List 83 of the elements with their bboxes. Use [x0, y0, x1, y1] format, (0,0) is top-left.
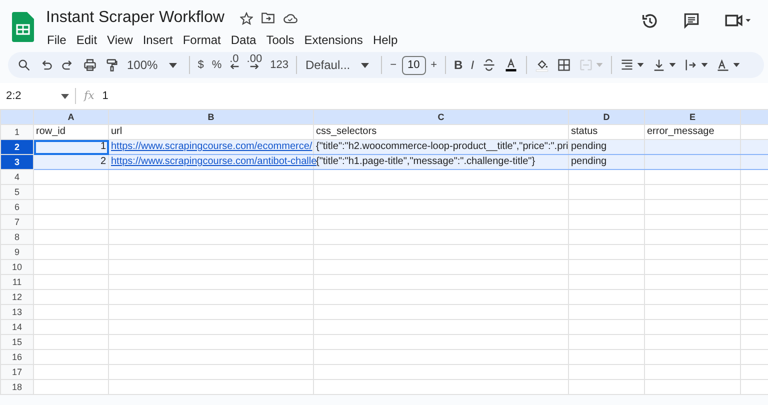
- bold-button[interactable]: B: [451, 54, 466, 76]
- row-header[interactable]: 14: [0, 320, 34, 334]
- star-icon[interactable]: [240, 12, 254, 24]
- menu-item[interactable]: Edit: [71, 32, 102, 48]
- right-arrow-icon: [250, 64, 259, 69]
- name-box[interactable]: 2:2: [0, 88, 75, 104]
- fx-label: fx: [84, 88, 94, 104]
- menu-item[interactable]: File: [42, 32, 72, 48]
- history-icon[interactable]: [641, 12, 659, 30]
- row-header[interactable]: 17: [0, 364, 34, 380]
- table-cell: 2: [34, 154, 108, 170]
- row-header[interactable]: 2: [0, 140, 34, 154]
- left-arrow-icon: [230, 64, 239, 69]
- caret-icon: [596, 63, 604, 67]
- caret-icon: [701, 63, 708, 67]
- row-header[interactable]: 10: [0, 260, 34, 274]
- format-button[interactable]: 123: [267, 54, 292, 76]
- font-size-field[interactable]: 10: [402, 56, 426, 74]
- sheets-logo-icon[interactable]: [12, 12, 34, 42]
- paint-format-icon: [105, 58, 119, 72]
- caret-icon: [669, 63, 676, 67]
- row-header[interactable]: 8: [0, 230, 34, 244]
- comment-icon[interactable]: [683, 12, 700, 29]
- search-icon: [17, 58, 31, 72]
- formula-field[interactable]: 1: [102, 88, 108, 104]
- format-button[interactable]: +: [428, 54, 440, 76]
- row-header[interactable]: 18: [0, 380, 34, 394]
- decrease-decimal-button[interactable]: .0: [226, 54, 242, 76]
- column-header[interactable]: B: [108, 110, 314, 124]
- document-title[interactable]: Instant Scraper Workflow: [46, 8, 224, 28]
- italic-button[interactable]: I: [468, 54, 478, 76]
- align-icon: [620, 58, 634, 72]
- row-header[interactable]: 5: [0, 184, 34, 200]
- column-header[interactable]: C: [314, 110, 568, 124]
- text-color-icon: [504, 58, 518, 72]
- menu-item[interactable]: Format: [178, 32, 226, 48]
- row-header[interactable]: 13: [0, 304, 34, 320]
- table-cell: pending: [568, 140, 644, 154]
- print-icon: [83, 58, 97, 72]
- row-header[interactable]: 12: [0, 290, 34, 304]
- increase-decimal-button[interactable]: .00: [244, 54, 266, 76]
- strikethrough-icon: [482, 58, 496, 72]
- vertical-align-icon: [652, 58, 666, 72]
- text-rotate-icon: [716, 58, 730, 72]
- row-header[interactable]: 6: [0, 200, 34, 214]
- caret-icon: [61, 94, 69, 98]
- menu-item[interactable]: Data: [226, 32, 262, 48]
- table-cell: pending: [568, 154, 644, 170]
- table-cell: {"title":"h2.woocommerce-loop-product__title","price":".pri: [314, 140, 568, 154]
- text-wrap-icon: [684, 58, 698, 72]
- column-header[interactable]: E: [644, 110, 740, 124]
- menu-item[interactable]: View: [102, 32, 138, 48]
- table-cell: 1: [34, 140, 108, 154]
- format-button[interactable]: −: [387, 54, 400, 76]
- menu-item[interactable]: Insert: [138, 32, 178, 48]
- row-header[interactable]: 15: [0, 334, 34, 350]
- row-header[interactable]: 11: [0, 274, 34, 290]
- menu-item[interactable]: Extensions: [299, 32, 368, 48]
- caret-icon: [361, 62, 370, 68]
- borders-icon: [557, 58, 572, 72]
- zoom-dropdown[interactable]: 100%: [124, 54, 180, 76]
- row-header[interactable]: 7: [0, 214, 34, 230]
- caret-icon: [733, 63, 740, 67]
- caret-icon: [168, 62, 177, 68]
- column-header[interactable]: A: [34, 110, 108, 124]
- video-camera-icon[interactable]: [724, 12, 752, 29]
- row-header[interactable]: 9: [0, 244, 34, 260]
- font-dropdown[interactable]: Defaul...: [302, 54, 372, 76]
- menu-item[interactable]: Help: [368, 32, 403, 48]
- row-header[interactable]: 1: [0, 124, 34, 140]
- folder-icon[interactable]: [261, 12, 276, 24]
- column-header[interactable]: D: [568, 110, 644, 124]
- row-header[interactable]: 4: [0, 170, 34, 184]
- menu-item[interactable]: Tools: [261, 32, 300, 48]
- format-button[interactable]: %: [208, 54, 225, 76]
- row-header[interactable]: 16: [0, 350, 34, 364]
- format-button[interactable]: $: [194, 54, 207, 76]
- merge-cells-icon: [579, 58, 594, 72]
- fill-color-icon: [535, 58, 550, 72]
- cloud-icon[interactable]: [283, 12, 298, 24]
- caret-icon: [637, 63, 644, 67]
- row-header[interactable]: 3: [0, 154, 34, 170]
- link-cell[interactable]: https://www.scrapingcourse.com/ecommerce/: [108, 140, 314, 154]
